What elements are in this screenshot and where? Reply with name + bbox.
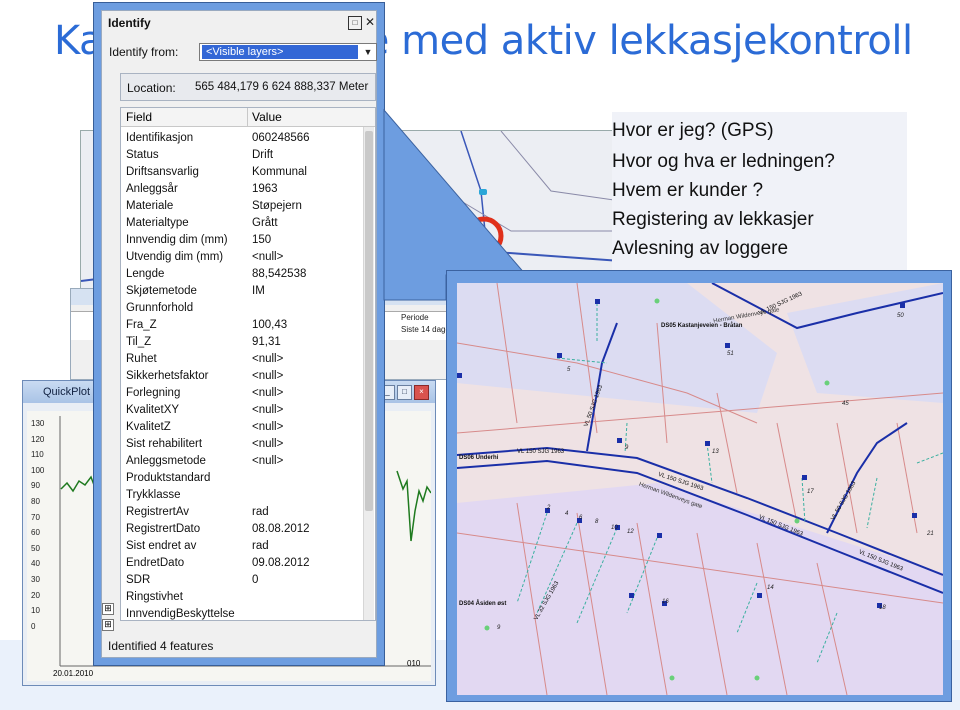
zone-label-ds06: DS06 Underhi <box>459 455 499 461</box>
zone-label-ds05: DS05 Kastanjeveien - Bråtan <box>661 323 743 329</box>
house-number-label: 2 <box>547 505 551 511</box>
house-number-label: 6 <box>579 515 583 521</box>
house-number-label: 21 <box>927 531 934 537</box>
house-number-label: 17 <box>807 489 814 495</box>
house-number-label: 16 <box>662 599 669 605</box>
house-number-label: 4 <box>565 511 569 517</box>
house-number-label: 5 <box>567 367 571 373</box>
detail-map-frame: DS05 Kastanjeveien - Bråtan DS06 Underhi… <box>446 270 952 702</box>
house-number-label: 18 <box>879 605 886 611</box>
house-number-label: 51 <box>727 351 734 357</box>
house-number-label: 12 <box>627 529 634 535</box>
zone-label-ds04: DS04 Åsiden øst <box>459 601 507 607</box>
house-number-label: 45 <box>842 401 849 407</box>
house-number-label: 9 <box>625 445 629 451</box>
pipe-label-1: VL 150 SJG 1963 <box>517 449 565 455</box>
house-number-label: 8 <box>595 519 599 525</box>
house-number-label: 13 <box>712 449 719 455</box>
house-number-label: 14 <box>767 585 774 591</box>
house-number-label: 9 <box>497 625 501 631</box>
house-number-label: 50 <box>897 313 904 319</box>
detail-map[interactable]: DS05 Kastanjeveien - Bråtan DS06 Underhi… <box>457 283 943 695</box>
house-number-label: 10 <box>611 525 618 531</box>
